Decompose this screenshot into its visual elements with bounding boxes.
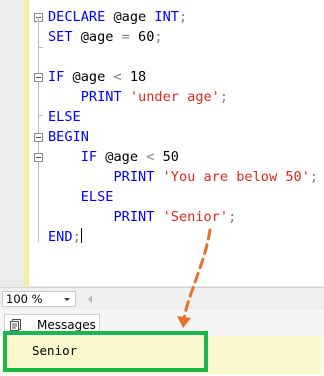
code-token: ; [219, 89, 229, 105]
code-token: BEGIN [48, 129, 89, 145]
code-token: ; [228, 209, 237, 225]
code-line[interactable]: BEGIN [48, 127, 89, 147]
code-token: 'You are below 50' [162, 169, 310, 185]
code-token: @age [97, 149, 147, 165]
code-line[interactable]: PRINT 'under age'; [48, 87, 228, 107]
code-token: @age [105, 9, 155, 25]
code-token: PRINT [48, 169, 163, 185]
query-editor[interactable]: DECLARE @age INT; SET @age = 60; IF @age… [0, 0, 324, 287]
outline-guide-line [38, 17, 39, 242]
code-token: IF [48, 69, 65, 85]
code-token: END [48, 229, 73, 245]
code-token: 60 [129, 29, 155, 45]
collapse-icon[interactable] [34, 133, 43, 142]
results-pane: Messages Senior [0, 310, 324, 376]
code-token: 18 [121, 69, 147, 85]
zoom-bar: 100 % [0, 287, 324, 310]
change-tracking-bar [24, 0, 29, 287]
code-line[interactable]: DECLARE @age INT; [48, 7, 187, 27]
tab-messages-label: Messages [37, 318, 96, 332]
code-token: ELSE [48, 109, 81, 125]
chevron-down-icon[interactable] [64, 298, 70, 301]
code-line[interactable]: IF @age < 50 [48, 147, 179, 167]
code-token: 'Senior' [162, 209, 229, 225]
code-token: SET [48, 29, 73, 45]
code-line[interactable]: PRINT 'Senior'; [48, 207, 236, 227]
code-token: PRINT [48, 209, 163, 225]
code-token: PRINT [48, 89, 130, 105]
message-line: Senior [32, 343, 78, 358]
tab-messages[interactable]: Messages [4, 314, 100, 336]
code-token: = [121, 29, 130, 45]
code-line[interactable]: IF @age < 18 [48, 67, 146, 87]
scroll-left-arrow-icon[interactable] [88, 295, 92, 303]
code-token: 50 [154, 149, 179, 165]
collapse-icon[interactable] [34, 73, 43, 82]
messages-output[interactable]: Senior [2, 336, 322, 374]
code-token: ; [178, 9, 188, 25]
code-line[interactable]: END; [48, 227, 82, 247]
code-token: ; [72, 229, 81, 245]
code-token: DECLARE [48, 9, 106, 25]
code-token: @age [64, 69, 114, 85]
code-token: ; [154, 29, 163, 45]
horizontal-scrollbar[interactable] [80, 291, 320, 307]
editor-margin [0, 0, 24, 287]
messages-icon [10, 319, 21, 331]
code-line[interactable]: ELSE [48, 107, 81, 127]
code-token: @age [72, 29, 122, 45]
code-line[interactable]: SET @age = 60; [48, 27, 163, 47]
code-token: ; [309, 169, 319, 185]
collapse-icon[interactable] [34, 153, 43, 162]
text-caret [80, 228, 82, 243]
code-line[interactable]: ELSE [48, 187, 114, 207]
code-token: 'under age' [129, 89, 220, 105]
outline-end-marker [38, 47, 43, 48]
code-line[interactable]: PRINT 'You are below 50'; [48, 167, 318, 187]
results-tabs: Messages [0, 310, 324, 336]
outline-end-marker [38, 115, 43, 116]
code-token: < [113, 69, 122, 85]
code-token: IF [48, 149, 98, 165]
zoom-dropdown[interactable]: 100 % [2, 291, 76, 307]
zoom-value: 100 % [6, 292, 43, 306]
code-token: ELSE [48, 189, 114, 205]
code-token: INT [154, 9, 179, 25]
ssms-query-window: DECLARE @age INT; SET @age = 60; IF @age… [0, 0, 324, 376]
